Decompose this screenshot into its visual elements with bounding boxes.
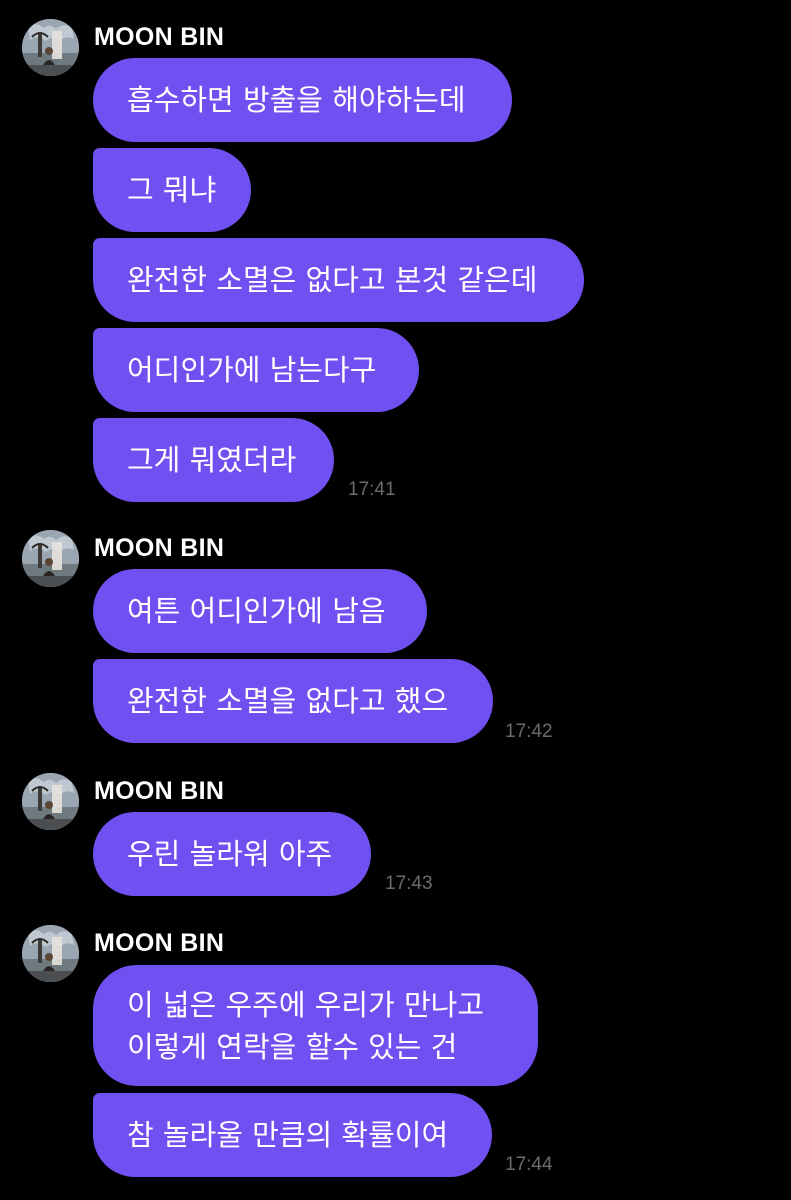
profile-photo-icon <box>22 19 79 76</box>
message-timestamp: 17:41 <box>348 479 396 500</box>
profile-photo-icon <box>22 925 79 982</box>
message-bubble[interactable]: 완전한 소멸은 없다고 본것 같은데 <box>93 238 584 322</box>
message-bubble[interactable]: 완전한 소멸을 없다고 했으 <box>93 659 493 743</box>
message-timestamp: 17:44 <box>505 1154 553 1175</box>
profile-photo-icon <box>22 530 79 587</box>
sender-avatar[interactable] <box>22 773 79 830</box>
message-bubble[interactable]: 어디인가에 남는다구 <box>93 328 419 412</box>
sender-avatar[interactable] <box>22 19 79 76</box>
sender-name: MOON BIN <box>94 929 225 957</box>
sender-avatar[interactable] <box>22 530 79 587</box>
message-timestamp: 17:42 <box>505 721 553 742</box>
message-bubble[interactable]: 우린 놀라워 아주 <box>93 812 371 896</box>
sender-avatar[interactable] <box>22 925 79 982</box>
message-bubble[interactable]: 그게 뭐였더라 <box>93 418 334 502</box>
message-bubble[interactable]: 흡수하면 방출을 해야하는데 <box>93 58 512 142</box>
sender-name: MOON BIN <box>94 534 225 562</box>
sender-name: MOON BIN <box>94 23 225 51</box>
message-bubble[interactable]: 그 뭐냐 <box>93 148 251 232</box>
message-bubble[interactable]: 이 넓은 우주에 우리가 만나고 이렇게 연락을 할수 있는 건 <box>93 965 538 1086</box>
chat-screen: { "messages": [ { "sender": "MOON BIN", … <box>0 0 791 1200</box>
message-bubble[interactable]: 여튼 어디인가에 남음 <box>93 569 427 653</box>
sender-name: MOON BIN <box>94 777 225 805</box>
message-bubble[interactable]: 참 놀라울 만큼의 확률이여 <box>93 1093 492 1177</box>
message-timestamp: 17:43 <box>385 873 433 894</box>
profile-photo-icon <box>22 773 79 830</box>
